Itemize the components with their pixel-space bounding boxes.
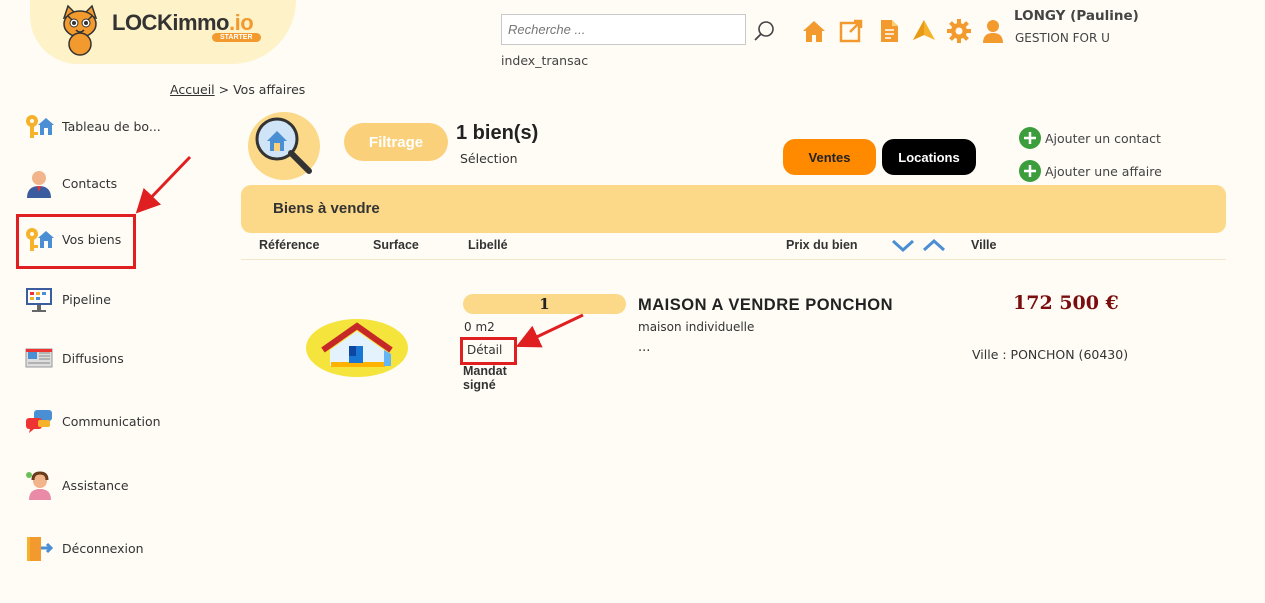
- sidebar-item-dashboard[interactable]: Tableau de bo...: [24, 111, 161, 141]
- home-icon[interactable]: [801, 18, 827, 44]
- column-header-ville[interactable]: Ville: [971, 238, 996, 252]
- sidebar-item-pipeline[interactable]: Pipeline: [24, 284, 111, 314]
- column-header-libelle[interactable]: Libellé: [468, 238, 508, 252]
- surface-value: 0 m2: [464, 320, 495, 334]
- locations-button[interactable]: Locations: [882, 139, 976, 175]
- annotation-arrow: [135, 155, 192, 214]
- property-description-ellipsis: ...: [638, 340, 651, 355]
- sidebar-item-label: Diffusions: [62, 350, 124, 366]
- property-count: 1 bien(s): [456, 122, 539, 144]
- add-contact-label: Ajouter un contact: [1045, 130, 1161, 146]
- sidebar-item-diffusions[interactable]: Diffusions: [24, 343, 124, 373]
- person-icon: [27, 171, 51, 198]
- user-company: GESTION FOR U: [1015, 31, 1110, 45]
- sidebar-item-label: Tableau de bo...: [62, 118, 161, 134]
- user-name[interactable]: LONGY (Pauline): [1014, 8, 1139, 24]
- section-banner: Biens à vendre: [241, 185, 1226, 233]
- house-icon[interactable]: [305, 318, 409, 378]
- logout-icon: [27, 537, 54, 561]
- column-header-prix[interactable]: Prix du bien: [786, 238, 858, 252]
- column-header-reference[interactable]: Référence: [259, 238, 319, 252]
- breadcrumb-separator: >: [218, 82, 230, 97]
- arrow-up-icon[interactable]: [911, 18, 937, 44]
- filter-button[interactable]: Filtrage: [344, 123, 448, 161]
- section-title: Biens à vendre: [273, 200, 380, 217]
- reference-chip: 1: [463, 294, 626, 314]
- annotation-arrow: [515, 313, 584, 348]
- header-divider: [241, 259, 1226, 260]
- cat-mascot-icon: [62, 4, 98, 56]
- property-search-icon: [248, 112, 320, 180]
- property-title[interactable]: MAISON A VENDRE PONCHON: [638, 296, 893, 315]
- property-type: maison individuelle: [638, 320, 755, 334]
- plan-badge: STARTER: [212, 33, 261, 42]
- chat-bubbles-icon: [26, 410, 52, 433]
- sort-asc-icon[interactable]: [921, 236, 947, 254]
- property-price: 172 500 €: [1013, 292, 1119, 314]
- sidebar-item-label: Contacts: [62, 175, 118, 191]
- sidebar-item-label: Assistance: [62, 477, 129, 493]
- property-city: Ville : PONCHON (60430): [972, 347, 1129, 362]
- plus-circle-icon: [1019, 127, 1041, 149]
- selection-label: Sélection: [460, 151, 518, 166]
- column-header-surface[interactable]: Surface: [373, 238, 419, 252]
- sidebar-item-assistance[interactable]: Assistance: [24, 470, 129, 500]
- search-icon[interactable]: [753, 19, 777, 43]
- annotation-highlight-box: [16, 214, 136, 269]
- sidebar-item-label: Déconnexion: [62, 540, 144, 556]
- add-contact-link[interactable]: Ajouter un contact: [1019, 127, 1161, 149]
- sidebar-item-contacts[interactable]: Contacts: [24, 168, 117, 198]
- key-house-icon: [26, 115, 54, 138]
- pipeline-icon: [26, 288, 52, 312]
- add-affaire-label: Ajouter une affaire: [1045, 163, 1162, 179]
- index-label: index_transac: [501, 53, 589, 68]
- ventes-button[interactable]: Ventes: [783, 139, 876, 175]
- mandat-status: Mandat signé: [463, 364, 507, 392]
- breadcrumb-home-link[interactable]: Accueil: [170, 82, 215, 97]
- gear-icon[interactable]: [946, 18, 972, 44]
- sidebar-item-label: Communication: [62, 413, 161, 429]
- breadcrumb-current: Vos affaires: [233, 82, 306, 97]
- support-agent-icon: [26, 471, 51, 500]
- external-link-icon[interactable]: [838, 18, 864, 44]
- document-icon[interactable]: [876, 18, 902, 44]
- sidebar-item-communication[interactable]: Communication: [24, 406, 161, 436]
- sort-desc-icon[interactable]: [890, 236, 916, 254]
- user-icon[interactable]: [980, 18, 1006, 44]
- add-affaire-link[interactable]: Ajouter une affaire: [1019, 160, 1162, 182]
- annotation-highlight-box: [460, 337, 517, 365]
- breadcrumb: Accueil > Vos affaires: [170, 82, 305, 97]
- sidebar-item-label: Pipeline: [62, 291, 111, 307]
- diffusion-icon: [25, 348, 53, 368]
- search-input[interactable]: [501, 14, 746, 45]
- sidebar-item-deconnexion[interactable]: Déconnexion: [24, 533, 144, 563]
- plus-circle-icon: [1019, 160, 1041, 182]
